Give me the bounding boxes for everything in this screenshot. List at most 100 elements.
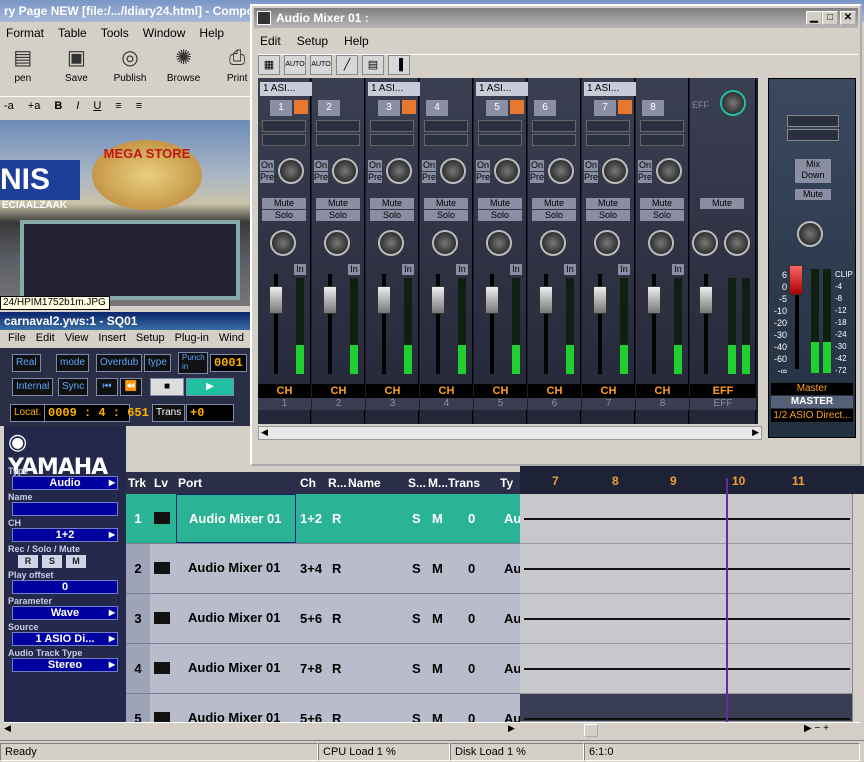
mixer-scrollbar[interactable]: ◀ ▶ [258, 426, 762, 440]
track-ch[interactable]: 5+6 [300, 611, 322, 626]
solo-button[interactable]: Solo [532, 210, 576, 221]
rec-button[interactable]: R [18, 555, 38, 568]
mute-button[interactable]: Mute [424, 198, 468, 209]
channel-fader[interactable] [323, 286, 337, 314]
master-slot[interactable] [787, 129, 839, 141]
solo-button[interactable]: Solo [424, 210, 468, 221]
on-button[interactable]: On [422, 160, 436, 171]
solo-button[interactable]: Solo [586, 210, 630, 221]
insert-slot[interactable] [586, 120, 630, 132]
track-mute[interactable]: M [432, 711, 443, 722]
browse-button[interactable]: ✺ Browse [163, 46, 205, 92]
master-output-device[interactable]: 1/2 ASIO Direct... [771, 409, 853, 422]
scroll-left-icon[interactable]: ◀ [4, 723, 11, 734]
sq-menu-plugin[interactable]: Plug-in [175, 332, 209, 346]
pan-knob[interactable] [594, 230, 620, 256]
track-row[interactable]: 2 Audio Mixer 01 3+4 R S M 0 Au [126, 544, 520, 594]
library-icon[interactable]: ▦ [258, 55, 280, 75]
mute-button[interactable]: Mute [532, 198, 576, 209]
parameter-select[interactable]: Wave ▶ [12, 606, 118, 620]
master-slot[interactable] [787, 115, 839, 127]
mute-button[interactable]: M [66, 555, 86, 568]
track-mute[interactable]: M [432, 511, 443, 526]
link-icon[interactable] [402, 100, 416, 114]
pan-knob[interactable] [324, 230, 350, 256]
col-trk[interactable]: Trk [128, 476, 146, 490]
mute-button[interactable]: Mute [262, 198, 306, 209]
sq-menu-insert[interactable]: Insert [98, 332, 126, 346]
pan-knob[interactable] [378, 230, 404, 256]
mute-button[interactable]: Mute [586, 198, 630, 209]
in-button[interactable]: In [456, 264, 468, 275]
track-port[interactable]: Audio Mixer 01 [176, 644, 296, 693]
eff-mute-button[interactable]: Mute [700, 198, 744, 209]
pre-button[interactable]: Pre [314, 172, 328, 183]
track-ch[interactable]: 5+6 [300, 711, 322, 722]
minimize-button[interactable]: ▁ [806, 11, 822, 25]
name-field[interactable] [12, 502, 118, 516]
link-icon[interactable] [294, 100, 308, 114]
pan-knob[interactable] [432, 230, 458, 256]
track-type[interactable]: Au [504, 711, 520, 722]
track-solo[interactable]: S [412, 511, 421, 526]
sq-menu-edit[interactable]: Edit [36, 332, 55, 346]
col-lv[interactable]: Lv [154, 476, 168, 490]
track-solo[interactable]: S [412, 561, 421, 576]
source-select[interactable]: 1 ASIO Di... ▶ [12, 632, 118, 646]
mute-button[interactable]: Mute [478, 198, 522, 209]
master-mute-button[interactable]: Mute [795, 189, 831, 200]
insert-slot[interactable] [532, 134, 576, 146]
bold-button[interactable]: B [54, 100, 62, 115]
track-trans[interactable]: 0 [468, 661, 475, 676]
channel-fader[interactable] [647, 286, 661, 314]
pan-knob[interactable] [486, 230, 512, 256]
open-button[interactable]: ▤ pen [2, 46, 44, 92]
on-button[interactable]: On [260, 160, 274, 171]
solo-button[interactable]: Solo [316, 210, 360, 221]
channel-fader[interactable] [377, 286, 391, 314]
solo-button[interactable]: S [42, 555, 62, 568]
maximize-button[interactable]: □ [822, 11, 838, 25]
master-pan-knob[interactable] [797, 221, 823, 247]
send-knob[interactable] [602, 158, 628, 184]
insert-slot[interactable] [478, 120, 522, 132]
in-button[interactable]: In [348, 264, 360, 275]
channel-fader[interactable] [431, 286, 445, 314]
auto-write-icon[interactable]: AUTO [310, 55, 332, 75]
zoom-out-icon[interactable]: ▶ − + [804, 723, 829, 734]
sq-menu-window[interactable]: Wind [219, 332, 244, 346]
track-row[interactable]: 3 Audio Mixer 01 5+6 R S M 0 Au [126, 594, 520, 644]
rewind-button[interactable]: ⏮ [96, 378, 118, 396]
in-button[interactable]: In [510, 264, 522, 275]
track-row[interactable]: 5 Audio Mixer 01 5+6 R S M 0 Au [126, 694, 520, 722]
mute-button[interactable]: Mute [316, 198, 360, 209]
track-type[interactable]: Au [504, 661, 520, 676]
waveform-timeline[interactable]: 7 8 9 10 11 [520, 466, 864, 722]
on-button[interactable]: On [314, 160, 328, 171]
grid-icon[interactable]: ▤ [362, 55, 384, 75]
in-button[interactable]: In [672, 264, 684, 275]
sq-title-bar[interactable]: carnaval2.yws:1 - SQ01 [0, 312, 256, 330]
track-rec[interactable]: R [332, 561, 341, 576]
master-fader[interactable] [789, 265, 803, 295]
track-row[interactable]: 4 Audio Mixer 01 7+8 R S M 0 Au [126, 644, 520, 694]
track-row[interactable]: 1 Audio Mixer 01 1+2 R S M 0 Au [126, 494, 520, 544]
track-solo[interactable]: S [412, 661, 421, 676]
track-rec[interactable]: R [332, 711, 341, 722]
stop-button[interactable]: ■ [150, 378, 184, 396]
send-knob[interactable] [494, 158, 520, 184]
mix-down-button[interactable]: Mix Down [795, 159, 831, 183]
col-name[interactable]: Name [348, 476, 381, 490]
pan-knob[interactable] [540, 230, 566, 256]
playhead[interactable] [726, 478, 728, 722]
track-ch[interactable]: 3+4 [300, 561, 322, 576]
pre-button[interactable]: Pre [368, 172, 382, 183]
insert-slot[interactable] [370, 134, 414, 146]
real-button[interactable]: Real [12, 354, 41, 372]
horizontal-scrollbar[interactable]: ◀ ▶ ▶ − + [4, 722, 860, 738]
track-trans[interactable]: 0 [468, 711, 475, 722]
pre-button[interactable]: Pre [422, 172, 436, 183]
insert-slot[interactable] [262, 134, 306, 146]
track-mute[interactable]: M [432, 611, 443, 626]
on-button[interactable]: On [584, 160, 598, 171]
